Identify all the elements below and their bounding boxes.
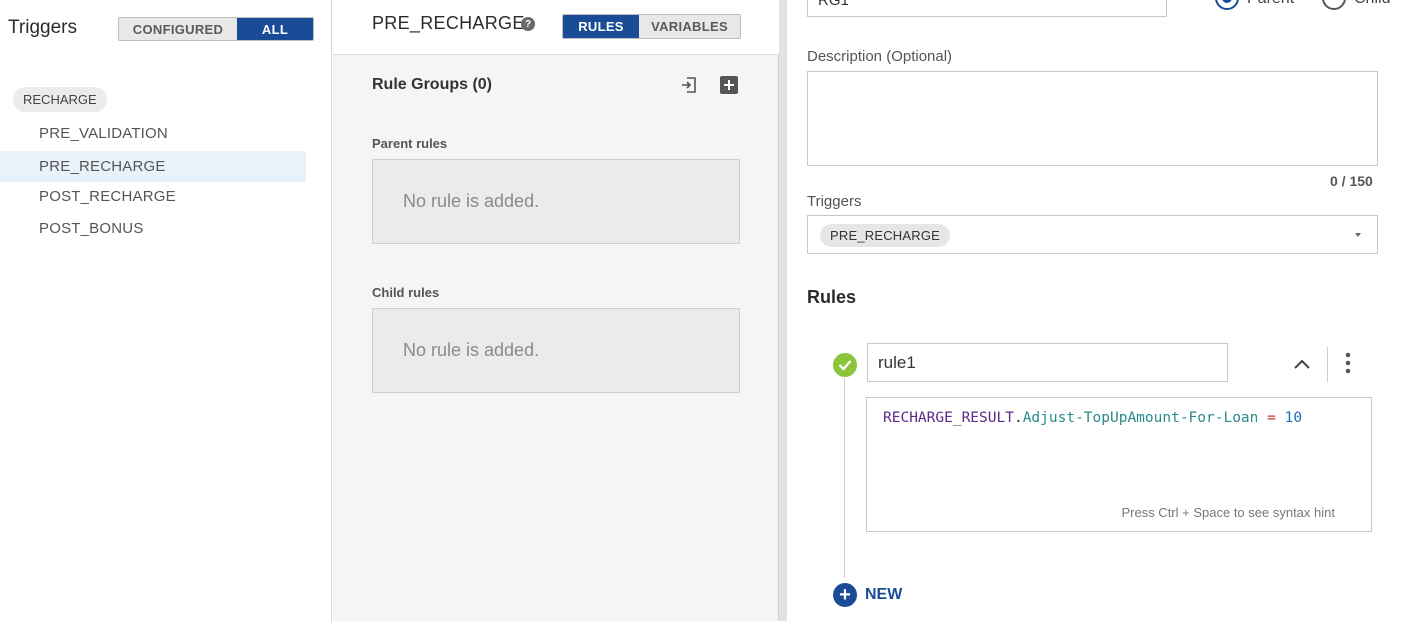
tab-variables[interactable]: VARIABLES — [639, 15, 740, 38]
expr-object: RECHARGE_RESULT — [883, 410, 1014, 426]
add-rule-button[interactable]: + NEW — [833, 582, 902, 607]
rule-groups-title: Rule Groups (0) — [372, 76, 493, 93]
trigger-item-pre-validation[interactable]: PRE_VALIDATION — [0, 118, 306, 149]
panel-divider[interactable] — [779, 0, 787, 621]
description-counter: 0 / 150 — [1330, 173, 1373, 189]
chevron-up-icon[interactable] — [1292, 357, 1312, 371]
import-icon[interactable] — [680, 76, 698, 94]
trigger-item-post-recharge[interactable]: POST_RECHARGE — [0, 181, 306, 212]
help-icon[interactable]: ? — [521, 17, 535, 31]
child-rules-empty: No rule is added. — [372, 308, 740, 393]
app-root: Triggers CONFIGURED ALL RECHARGE PRE_VAL… — [0, 0, 1401, 621]
rule-connector-line — [844, 378, 845, 578]
trigger-chip[interactable]: PRE_RECHARGE — [820, 224, 951, 247]
expr-property: Adjust-TopUpAmount-For-Loan — [1022, 410, 1259, 426]
filter-configured-button[interactable]: CONFIGURED — [119, 18, 237, 40]
parent-rules-label: Parent rules — [372, 136, 448, 151]
rule-expression-line: RECHARGE_RESULT.Adjust-TopUpAmount-For-L… — [883, 410, 1302, 426]
filter-all-button[interactable]: ALL — [237, 18, 313, 40]
rule-actions-separator — [1327, 347, 1328, 382]
radio-child-label: Child — [1354, 0, 1390, 8]
triggers-select[interactable]: PRE_RECHARGE — [807, 215, 1378, 254]
rules-title: Rules — [807, 287, 857, 307]
parent-rules-empty: No rule is added. — [372, 159, 740, 244]
radio-parent[interactable] — [1215, 0, 1239, 10]
check-icon — [833, 353, 857, 377]
triggers-panel: Triggers CONFIGURED ALL RECHARGE PRE_VAL… — [0, 0, 332, 621]
child-rules-label: Child rules — [372, 285, 440, 300]
add-rule-label: NEW — [865, 585, 903, 603]
trigger-item-post-bonus[interactable]: POST_BONUS — [0, 213, 306, 244]
rule-group-name-input[interactable]: RG1 — [807, 0, 1167, 17]
rule-groups-header: PRE_RECHARGE ? RULES VARIABLES — [333, 0, 779, 55]
tab-rules[interactable]: RULES — [563, 15, 639, 38]
radio-child[interactable] — [1322, 0, 1346, 10]
view-tabs: RULES VARIABLES — [562, 14, 741, 39]
description-textarea[interactable] — [807, 71, 1378, 166]
rule-group-name-value: RG1 — [818, 0, 849, 9]
add-rule-group-icon[interactable] — [720, 76, 738, 94]
rule-group-editor: RG1 Parent Child Description (Optional) … — [787, 0, 1401, 621]
trigger-filter-toggle: CONFIGURED ALL — [118, 17, 314, 41]
expr-value: 10 — [1284, 410, 1303, 426]
description-label: Description (Optional) — [807, 48, 953, 65]
trigger-title: PRE_RECHARGE — [372, 13, 525, 33]
triggers-label: Triggers — [807, 193, 862, 210]
expr-dot: . — [1013, 410, 1023, 426]
radio-parent-label: Parent — [1247, 0, 1294, 8]
expr-operator: = — [1258, 410, 1285, 426]
dropdown-caret-icon — [1355, 233, 1361, 237]
triggers-title: Triggers — [8, 17, 77, 38]
trigger-group-chip[interactable]: RECHARGE — [13, 87, 107, 112]
plus-circle-icon: + — [833, 582, 857, 607]
rule-name-input[interactable]: rule1 — [867, 343, 1228, 382]
syntax-hint: Press Ctrl + Space to see syntax hint — [1121, 505, 1335, 520]
rule-groups-panel: PRE_RECHARGE ? RULES VARIABLES Rule Grou… — [333, 0, 779, 621]
trigger-item-pre-recharge[interactable]: PRE_RECHARGE — [0, 151, 306, 182]
rule-expression-editor[interactable]: RECHARGE_RESULT.Adjust-TopUpAmount-For-L… — [866, 397, 1372, 532]
more-options-icon[interactable] — [1343, 352, 1353, 374]
